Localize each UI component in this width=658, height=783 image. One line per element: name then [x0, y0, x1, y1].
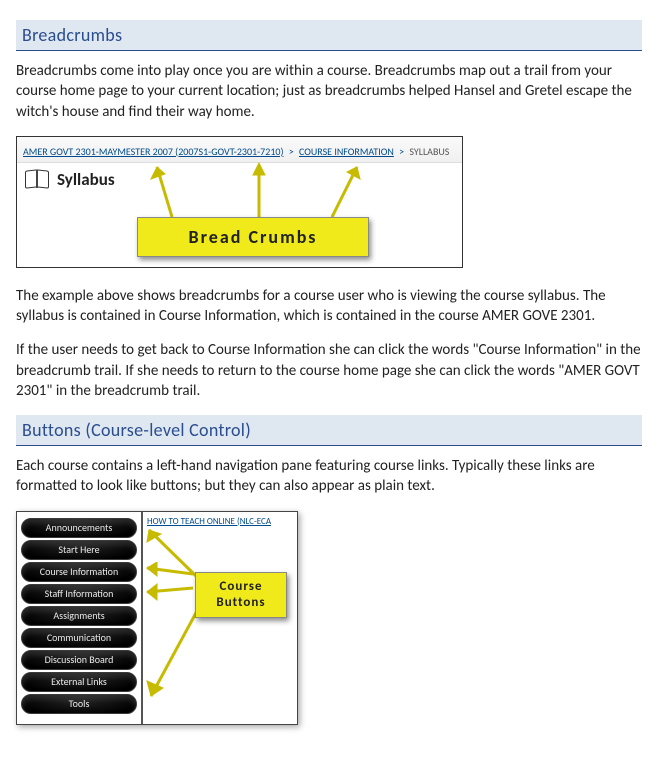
- page-title: Syllabus: [57, 169, 115, 190]
- nav-button-courseinfo[interactable]: Course Information: [21, 562, 137, 582]
- arrow-icon: [137, 562, 197, 582]
- breadcrumb-link-courseinfo[interactable]: COURSE INFORMATION: [299, 145, 394, 158]
- callout-line1: Course: [219, 579, 262, 595]
- nav-button-discussion[interactable]: Discussion Board: [21, 650, 137, 670]
- breadcrumb-separator: >: [396, 145, 407, 158]
- heading-buttons: Buttons (Course-level Control): [16, 415, 642, 446]
- arrow-icon: [137, 606, 207, 706]
- arrow-icon: [247, 159, 271, 219]
- para-buttons-intro: Each course contains a left-hand navigat…: [16, 456, 642, 497]
- para-breadcrumbs-example: The example above shows breadcrumbs for …: [16, 286, 642, 327]
- callout-breadcrumbs: Bread Crumbs: [137, 217, 369, 257]
- nav-button-starthere[interactable]: Start Here: [21, 540, 137, 560]
- breadcrumb-bar: AMER GOVT 2301-MAYMESTER 2007 (2007S1-GO…: [17, 137, 462, 163]
- nav-button-announcements[interactable]: Announcements: [21, 518, 137, 538]
- nav-button-staffinfo[interactable]: Staff Information: [21, 584, 137, 604]
- arrow-icon: [137, 582, 197, 602]
- nav-button-communication[interactable]: Communication: [21, 628, 137, 648]
- arrow-icon: [327, 159, 367, 219]
- callout-line2: Buttons: [216, 595, 265, 611]
- breadcrumb-link-course[interactable]: AMER GOVT 2301-MAYMESTER 2007 (2007S1-GO…: [23, 145, 283, 158]
- arrow-icon: [149, 159, 179, 219]
- callout-buttons: Course Buttons: [195, 572, 287, 618]
- heading-breadcrumbs: Breadcrumbs: [16, 20, 642, 51]
- nav-button-tools[interactable]: Tools: [21, 694, 137, 714]
- figure-buttons: Announcements Start Here Course Informat…: [16, 511, 298, 725]
- page-title-row: Syllabus: [17, 163, 462, 196]
- para-breadcrumbs-intro: Breadcrumbs come into play once you are …: [16, 61, 642, 122]
- figure-breadcrumbs: AMER GOVT 2301-MAYMESTER 2007 (2007S1-GO…: [16, 136, 463, 268]
- nav-button-assignments[interactable]: Assignments: [21, 606, 137, 626]
- book-icon: [25, 170, 49, 188]
- para-breadcrumbs-usage: If the user needs to get back to Course …: [16, 340, 642, 401]
- breadcrumb-current: SYLLABUS: [409, 145, 449, 158]
- course-nav: Announcements Start Here Course Informat…: [21, 518, 137, 714]
- breadcrumb-separator: >: [286, 145, 297, 158]
- nav-button-external[interactable]: External Links: [21, 672, 137, 692]
